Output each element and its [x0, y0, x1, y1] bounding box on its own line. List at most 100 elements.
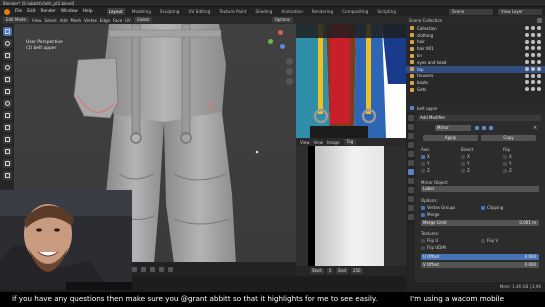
- world-props-tab-icon[interactable]: [407, 151, 414, 157]
- workspace-tab-rendering[interactable]: Rendering: [310, 8, 335, 15]
- outliner-item-collection[interactable]: Collection: [406, 25, 545, 32]
- menu-window[interactable]: Window: [61, 9, 78, 14]
- header-menu-select[interactable]: Select: [44, 18, 56, 23]
- move-tool-icon[interactable]: [2, 51, 12, 60]
- vertex-groups-checkbox[interactable]: [421, 206, 425, 210]
- axis-y-checkbox[interactable]: [421, 162, 425, 166]
- tool-props-tab-icon[interactable]: [407, 115, 414, 121]
- texture-image-view[interactable]: [296, 24, 406, 138]
- image-name-field[interactable]: Tag: [343, 139, 357, 145]
- workspace-tab-texture-paint[interactable]: Texture Paint: [217, 8, 248, 15]
- workspace-tab-sculpting[interactable]: Sculpting: [158, 8, 182, 15]
- render-props-tab-icon[interactable]: [407, 124, 414, 130]
- outliner-item-kn[interactable]: kn: [406, 52, 545, 59]
- extrude-tool-icon[interactable]: [2, 123, 12, 132]
- view-layer-selector[interactable]: View Layer: [498, 8, 542, 15]
- workspace-tab-scripting[interactable]: Scripting: [375, 8, 398, 15]
- loop-cut-tool-icon[interactable]: [2, 159, 12, 168]
- next-keyframe-icon[interactable]: [159, 266, 164, 272]
- render-toggle-icon[interactable]: [489, 126, 493, 130]
- image-preview[interactable]: [296, 146, 406, 266]
- scene-props-tab-icon[interactable]: [407, 142, 414, 148]
- rotate-tool-icon[interactable]: [2, 63, 12, 72]
- bisect-z-checkbox[interactable]: [461, 169, 465, 173]
- axis-z-checkbox[interactable]: [421, 169, 425, 173]
- edit-mode-toggle-icon[interactable]: [475, 126, 479, 130]
- output-props-tab-icon[interactable]: [407, 133, 414, 139]
- options-dropdown[interactable]: Options: [271, 17, 293, 23]
- frame-end-field[interactable]: 250: [350, 268, 363, 274]
- workspace-tab-shading[interactable]: Shading: [253, 8, 274, 15]
- outliner-item-boots[interactable]: boots: [406, 79, 545, 86]
- physics-props-tab-icon[interactable]: [407, 187, 414, 193]
- merge-checkbox[interactable]: [421, 213, 425, 217]
- orientation-selector[interactable]: Global: [133, 17, 153, 23]
- menu-edit[interactable]: Edit: [27, 9, 35, 14]
- annotate-tool-icon[interactable]: [2, 99, 12, 108]
- select-box-tool-icon[interactable]: [2, 27, 12, 36]
- workspace-tab-layout[interactable]: Layout: [106, 8, 125, 15]
- workspace-tab-compositing[interactable]: Compositing: [340, 8, 370, 15]
- outliner-item-gets[interactable]: Gets: [406, 86, 545, 93]
- flip-z-checkbox[interactable]: [503, 169, 507, 173]
- workspace-tab-animation[interactable]: Animation: [279, 8, 304, 15]
- header-menu-edge[interactable]: Edge: [100, 18, 110, 23]
- jump-end-icon[interactable]: [168, 266, 173, 272]
- menu-file[interactable]: File: [15, 9, 22, 14]
- blender-logo-icon[interactable]: [4, 8, 10, 15]
- flip-udim-checkbox[interactable]: [421, 246, 425, 250]
- prev-keyframe-icon[interactable]: [132, 266, 137, 272]
- navigation-gizmo[interactable]: [264, 28, 290, 54]
- flip-u-checkbox[interactable]: [421, 239, 425, 243]
- v-offset-field[interactable]: V Offset 0.000: [421, 262, 539, 268]
- measure-tool-icon[interactable]: [2, 111, 12, 120]
- bisect-x-checkbox[interactable]: [461, 155, 465, 159]
- outliner-item-top[interactable]: top: [406, 65, 545, 73]
- flip-x-checkbox[interactable]: [503, 155, 507, 159]
- cursor-tool-icon[interactable]: [2, 39, 12, 48]
- header-menu-vertex[interactable]: Vertex: [84, 18, 97, 23]
- header-menu-view[interactable]: View: [32, 18, 42, 23]
- merge-limit-field[interactable]: Merge Limit 0.001 m: [421, 220, 539, 226]
- flip-y-checkbox[interactable]: [503, 162, 507, 166]
- gizmo-x-icon[interactable]: [278, 30, 283, 35]
- apply-button[interactable]: Apply: [423, 135, 478, 141]
- filter-icon[interactable]: [537, 17, 542, 23]
- axis-x-checkbox[interactable]: [421, 155, 425, 159]
- material-props-tab-icon[interactable]: [407, 214, 414, 220]
- bisect-y-checkbox[interactable]: [461, 162, 465, 166]
- flip-v-checkbox[interactable]: [481, 239, 485, 243]
- object-props-tab-icon[interactable]: [407, 160, 414, 166]
- play-icon[interactable]: [150, 266, 155, 272]
- workspace-tab-uv-editing[interactable]: UV Editing: [186, 8, 212, 15]
- zoom-icon[interactable]: [286, 58, 293, 65]
- image-editor-menu-view[interactable]: View: [300, 140, 310, 145]
- outliner-item-clothing[interactable]: clothing: [406, 32, 545, 39]
- scale-tool-icon[interactable]: [2, 75, 12, 84]
- image-editor-menu-view-2[interactable]: View: [314, 140, 324, 145]
- u-offset-field[interactable]: U Offset 0.000: [421, 254, 539, 260]
- modifier-name-field[interactable]: Mirror: [435, 125, 471, 131]
- modifier-props-tab-icon[interactable]: [407, 169, 414, 175]
- menu-render[interactable]: Render: [41, 9, 56, 14]
- play-reverse-icon[interactable]: [141, 266, 146, 272]
- frame-start-field[interactable]: 1: [326, 268, 334, 274]
- clipping-checkbox[interactable]: [481, 206, 485, 210]
- viewport-toggle-icon[interactable]: [482, 126, 486, 130]
- constraints-props-tab-icon[interactable]: [407, 196, 414, 202]
- mirror-object-field[interactable]: Label: [421, 186, 539, 192]
- outliner-item-trousers[interactable]: trousers: [406, 73, 545, 80]
- inset-tool-icon[interactable]: [2, 135, 12, 144]
- image-editor-menu-image[interactable]: Image: [327, 140, 340, 145]
- transform-tool-icon[interactable]: [2, 87, 12, 96]
- workspace-tab-modeling[interactable]: Modeling: [130, 8, 153, 15]
- data-props-tab-icon[interactable]: [407, 205, 414, 211]
- outliner-item-hair[interactable]: hair: [406, 39, 545, 46]
- gizmo-z-icon[interactable]: [280, 44, 285, 49]
- scene-selector[interactable]: Scene: [449, 8, 493, 15]
- mode-selector[interactable]: Edit Mode: [3, 17, 29, 23]
- pan-hand-icon[interactable]: [286, 68, 293, 75]
- outliner-item-hair-001[interactable]: hair 001: [406, 45, 545, 52]
- menu-help[interactable]: Help: [83, 9, 93, 14]
- header-menu-uv[interactable]: UV: [125, 18, 131, 23]
